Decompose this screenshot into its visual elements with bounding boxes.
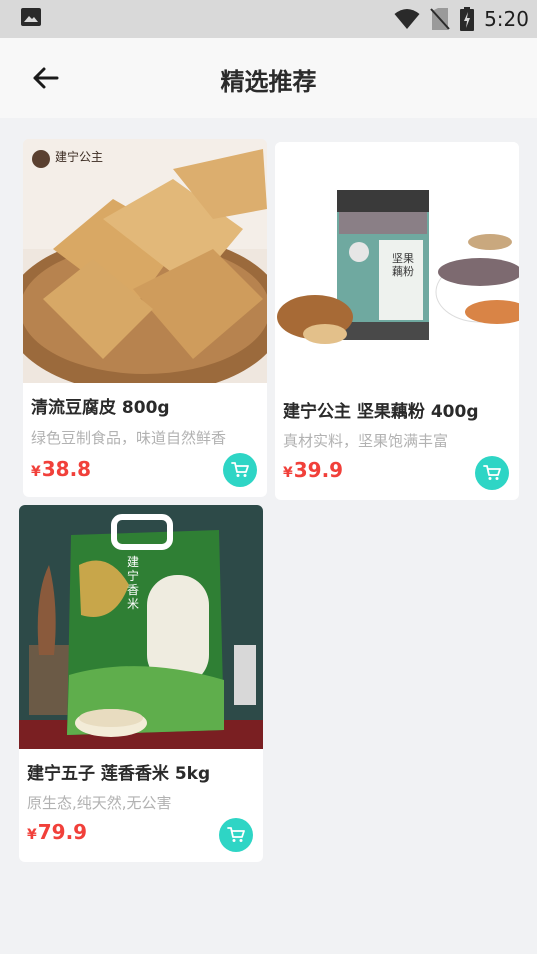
app-header: 精选推荐 — [0, 38, 537, 118]
product-card[interactable]: 建宁香米 建宁五子 莲香香米 5kg 原生态,纯天然,无公害 ¥79.9 — [19, 505, 263, 862]
price-value: 39.9 — [293, 458, 344, 482]
bag-label: 建宁香米 — [126, 555, 139, 611]
page-title: 精选推荐 — [220, 68, 317, 96]
product-description: 绿色豆制食品，味道自然鲜香 — [31, 429, 227, 447]
wifi-icon — [394, 9, 420, 29]
product-image: 坚果藕粉 — [275, 142, 519, 374]
price-value: 38.8 — [41, 457, 92, 481]
no-sim-icon — [430, 8, 450, 30]
screen: 5:20 精选推荐 建宁公主 清流豆腐皮 800g 绿色豆制食品，味道自然鲜香 … — [0, 0, 537, 954]
product-image: 建宁公主 — [23, 139, 267, 383]
product-card[interactable]: 坚果藕粉 建宁公主 坚果藕粉 400g 真材实料，坚果饱满丰富 ¥39.9 — [275, 142, 519, 500]
shopping-cart-icon — [231, 462, 249, 477]
shopping-cart-icon — [227, 827, 245, 842]
status-icons: 5:20 — [394, 0, 529, 38]
clock: 5:20 — [484, 7, 529, 31]
price-value: 79.9 — [37, 820, 88, 844]
jar-label: 坚果藕粉 — [392, 252, 414, 278]
currency-symbol: ¥ — [31, 464, 41, 480]
product-name: 建宁五子 莲香香米 5kg — [27, 764, 211, 784]
product-price: ¥39.9 — [283, 458, 343, 482]
product-price: ¥79.9 — [27, 820, 87, 844]
product-name: 清流豆腐皮 800g — [31, 398, 170, 418]
add-to-cart-button[interactable] — [475, 456, 509, 490]
product-name: 建宁公主 坚果藕粉 400g — [283, 402, 479, 422]
product-description: 原生态,纯天然,无公害 — [27, 794, 172, 812]
shopping-cart-icon — [483, 465, 501, 480]
battery-charging-icon — [460, 7, 475, 31]
add-to-cart-button[interactable] — [219, 818, 253, 852]
status-bar: 5:20 — [0, 0, 537, 38]
product-description: 真材实料，坚果饱满丰富 — [283, 432, 449, 450]
product-price: ¥38.8 — [31, 457, 91, 481]
product-image: 建宁香米 — [19, 505, 263, 749]
add-to-cart-button[interactable] — [223, 453, 257, 487]
currency-symbol: ¥ — [283, 465, 293, 481]
currency-symbol: ¥ — [27, 827, 37, 843]
image-notification-icon — [21, 8, 41, 26]
brand-label: 建宁公主 — [55, 150, 104, 164]
product-card[interactable]: 建宁公主 清流豆腐皮 800g 绿色豆制食品，味道自然鲜香 ¥38.8 — [23, 139, 267, 497]
